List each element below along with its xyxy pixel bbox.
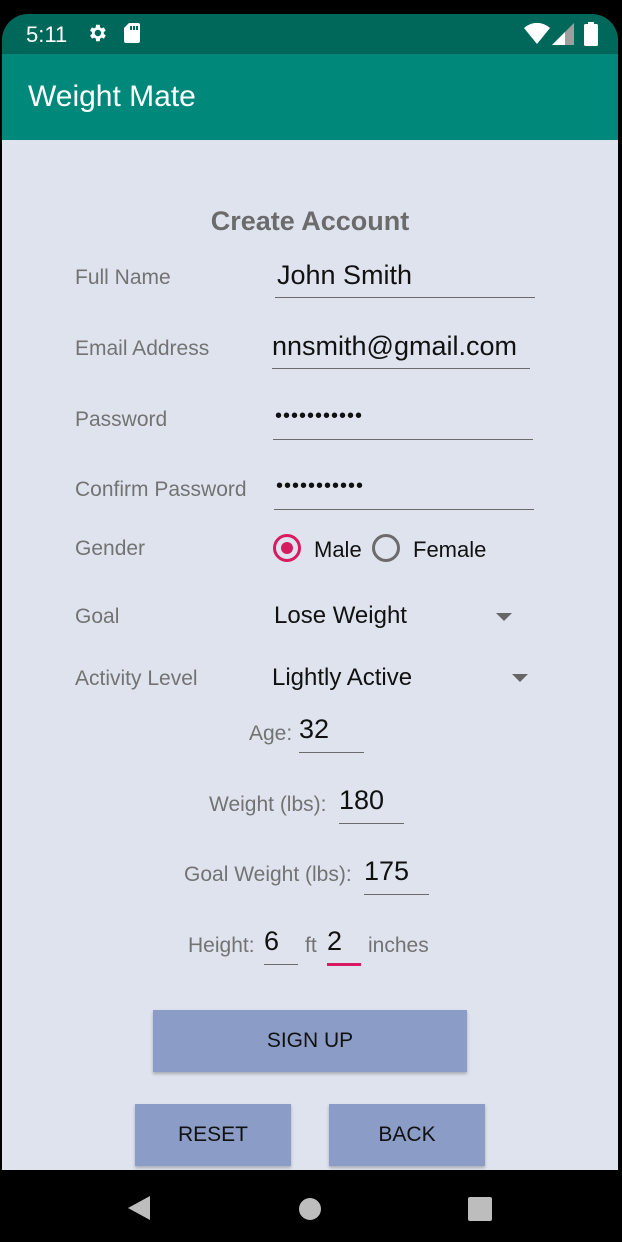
wifi-icon: [524, 23, 550, 44]
male-radio[interactable]: [273, 534, 301, 562]
app-title: Weight Mate: [28, 80, 196, 113]
height-feet-field[interactable]: 6: [264, 926, 298, 965]
cell-signal-icon: [552, 23, 574, 45]
goal-dropdown[interactable]: Lose Weight: [274, 602, 407, 630]
female-radio-label[interactable]: Female: [413, 537, 486, 563]
activity-level-label: Activity Level: [75, 667, 198, 690]
weight-label: Weight (lbs):: [209, 793, 327, 816]
age-field[interactable]: 32: [299, 714, 364, 753]
confirm-password-field[interactable]: •••••••••••: [274, 472, 534, 510]
feet-unit-label: ft: [305, 934, 317, 957]
activity-level-dropdown-arrow-icon[interactable]: [512, 674, 528, 682]
activity-level-dropdown[interactable]: Lightly Active: [272, 664, 412, 692]
app-bar: Weight Mate: [2, 54, 618, 140]
back-button[interactable]: BACK: [329, 1104, 485, 1166]
device-frame: 5:11 Weight Mate Create Account Full Nam…: [0, 0, 622, 1242]
status-bar: 5:11: [2, 14, 618, 54]
nav-back-icon[interactable]: [128, 1196, 150, 1220]
female-radio[interactable]: [372, 534, 400, 562]
form-heading: Create Account: [210, 206, 410, 236]
goal-label: Goal: [75, 605, 120, 628]
height-inches-field[interactable]: 2: [327, 926, 361, 966]
sign-up-button[interactable]: SIGN UP: [153, 1010, 467, 1072]
goal-weight-label: Goal Weight (lbs):: [184, 863, 352, 886]
inches-unit-label: inches: [368, 934, 429, 957]
battery-icon: [584, 22, 598, 46]
password-label: Password: [75, 408, 168, 431]
full-name-field[interactable]: John Smith: [275, 260, 535, 298]
password-field[interactable]: •••••••••••: [273, 402, 533, 440]
email-field[interactable]: nnsmith@gmail.com: [272, 331, 530, 369]
status-time: 5:11: [26, 22, 68, 47]
sd-card-icon: [124, 23, 140, 43]
nav-recents-icon[interactable]: [468, 1197, 492, 1221]
age-label: Age:: [249, 722, 293, 745]
full-name-label: Full Name: [75, 266, 171, 289]
reset-button[interactable]: RESET: [135, 1104, 291, 1166]
email-label: Email Address: [75, 337, 210, 360]
goal-dropdown-arrow-icon[interactable]: [496, 613, 512, 621]
gender-label: Gender: [75, 537, 146, 560]
weight-field[interactable]: 180: [339, 785, 404, 824]
height-label: Height:: [188, 934, 255, 957]
create-account-form: Create Account Full Name John Smith Emai…: [2, 140, 618, 1170]
confirm-password-label: Confirm Password: [75, 478, 247, 501]
goal-weight-field[interactable]: 175: [364, 856, 429, 895]
email-value: nnsmith@gmail.com: [272, 331, 517, 361]
male-radio-label[interactable]: Male: [314, 537, 362, 563]
settings-gear-icon: [90, 24, 106, 42]
nav-home-icon[interactable]: [299, 1198, 321, 1220]
